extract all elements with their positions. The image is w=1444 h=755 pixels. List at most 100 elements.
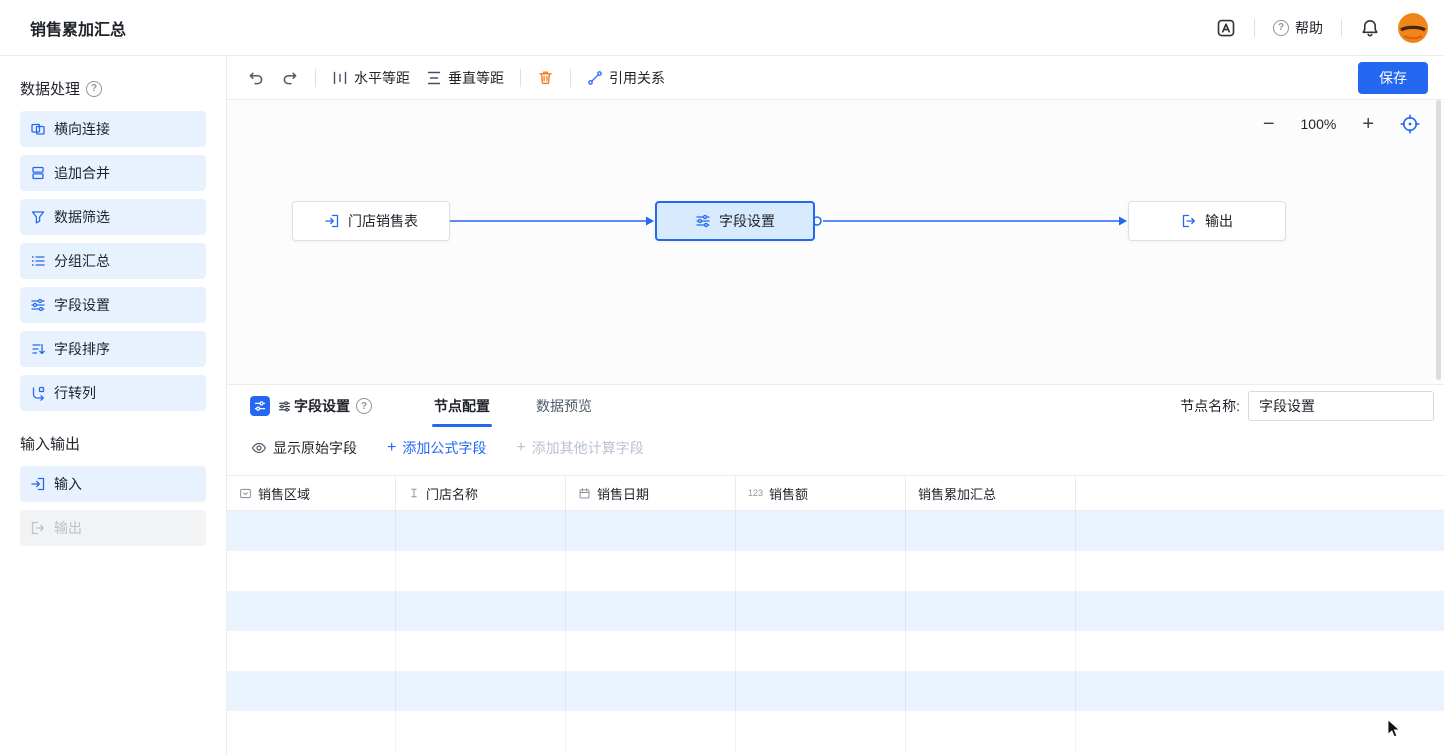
table-cell	[227, 631, 396, 671]
table-cell	[906, 671, 1076, 711]
field-table: 销售区域 门店名称 销售日期 123 销售额 销售累	[227, 475, 1444, 755]
table-body	[227, 511, 1444, 755]
flow-canvas[interactable]: 门店销售表 字段设置 输出 − 100% +	[227, 100, 1444, 384]
output-icon	[1181, 213, 1197, 229]
table-row	[227, 711, 1444, 751]
table-row	[227, 511, 1444, 551]
column-label: 销售区域	[258, 484, 310, 503]
help-icon[interactable]: ?	[86, 81, 102, 97]
node-name-group: 节点名称:	[1180, 391, 1434, 421]
node-output[interactable]: 输出	[1128, 201, 1286, 241]
output-icon	[30, 520, 46, 536]
plus-icon: +	[387, 440, 396, 456]
table-row	[227, 631, 1444, 671]
table-cell	[396, 591, 566, 631]
table-cell	[227, 671, 396, 711]
add-formula-field-label: 添加公式字段	[402, 438, 486, 458]
sidebar-item-label: 字段设置	[54, 295, 110, 315]
delete-icon[interactable]	[537, 69, 554, 86]
add-other-calc-field-label: 添加其他计算字段	[532, 438, 644, 458]
filter-icon	[30, 209, 46, 225]
column-header-sales-region[interactable]: 销售区域	[227, 476, 396, 510]
section-title: 数据处理	[20, 78, 80, 99]
vertical-distribute-button[interactable]: 垂直等距	[426, 68, 504, 88]
zoom-out-button[interactable]: −	[1263, 114, 1275, 134]
help-label: 帮助	[1295, 18, 1323, 38]
table-cell	[1076, 711, 1444, 751]
table-cell	[736, 551, 906, 591]
zoom-in-button[interactable]: +	[1362, 114, 1374, 134]
sidebar-item-field-settings[interactable]: 字段设置	[20, 287, 206, 323]
table-cell	[736, 511, 906, 551]
zoom-controls: − 100% +	[1263, 114, 1420, 134]
column-header-store-name[interactable]: 门店名称	[396, 476, 566, 510]
add-formula-field-button[interactable]: + 添加公式字段	[387, 438, 486, 458]
divider	[1341, 19, 1342, 37]
table-cell	[736, 671, 906, 711]
user-avatar[interactable]	[1398, 13, 1428, 43]
save-button[interactable]: 保存	[1358, 62, 1428, 94]
field-sort-icon	[30, 341, 46, 357]
table-cell	[396, 631, 566, 671]
sidebar: 数据处理 ? 横向连接 追加合并 数据筛选 分组汇总 字段设置 字段排序	[0, 56, 227, 755]
tab-node-config[interactable]: 节点配置	[432, 385, 492, 427]
table-cell	[227, 591, 396, 631]
input-icon	[324, 213, 340, 229]
sidebar-item-data-filter[interactable]: 数据筛选	[20, 199, 206, 235]
table-cell	[227, 711, 396, 751]
table-row	[227, 671, 1444, 711]
table-cell	[906, 511, 1076, 551]
sidebar-item-horizontal-join[interactable]: 横向连接	[20, 111, 206, 147]
node-store-sales-table[interactable]: 门店销售表	[292, 201, 450, 241]
divider	[520, 69, 521, 87]
help-icon[interactable]: ?	[356, 398, 372, 414]
redo-icon[interactable]	[281, 69, 299, 87]
table-cell	[736, 591, 906, 631]
table-cell	[566, 551, 736, 591]
sidebar-item-field-sort[interactable]: 字段排序	[20, 331, 206, 367]
locate-icon[interactable]	[1400, 114, 1420, 134]
join-icon	[30, 121, 46, 137]
undo-icon[interactable]	[247, 69, 265, 87]
table-cell	[566, 511, 736, 551]
table-cell	[396, 711, 566, 751]
section-title: 输入输出	[20, 433, 80, 454]
tab-data-preview[interactable]: 数据预览	[534, 385, 594, 427]
column-header-sales-amount[interactable]: 123 销售额	[736, 476, 906, 510]
field-settings-icon	[30, 297, 46, 313]
panel-header: 字段设置 ? 节点配置 数据预览 节点名称:	[227, 385, 1444, 427]
divider	[570, 69, 571, 87]
table-cell	[566, 711, 736, 751]
node-field-settings[interactable]: 字段设置	[655, 201, 815, 241]
help-button[interactable]: ? 帮助	[1273, 18, 1323, 38]
show-original-fields-button[interactable]: 显示原始字段	[251, 438, 357, 458]
vertical-scrollbar[interactable]	[1436, 100, 1441, 380]
table-cell	[906, 591, 1076, 631]
table-cell	[227, 511, 396, 551]
table-cell	[736, 631, 906, 671]
column-label: 销售累加汇总	[918, 484, 996, 503]
sidebar-item-input[interactable]: 输入	[20, 466, 206, 502]
table-cell	[566, 591, 736, 631]
sidebar-item-label: 字段排序	[54, 339, 110, 359]
sidebar-item-row-to-column[interactable]: 行转列	[20, 375, 206, 411]
flow-edges	[227, 100, 1444, 384]
language-icon[interactable]	[1216, 18, 1236, 38]
sidebar-item-label: 追加合并	[54, 163, 110, 183]
sidebar-item-append-merge[interactable]: 追加合并	[20, 155, 206, 191]
reference-relation-button[interactable]: 引用关系	[587, 68, 665, 88]
notification-bell-icon[interactable]	[1360, 18, 1380, 38]
horizontal-distribute-button[interactable]: 水平等距	[332, 68, 410, 88]
node-name-input[interactable]	[1248, 391, 1434, 421]
column-header-sales-cumulative[interactable]: 销售累加汇总	[906, 476, 1076, 510]
input-icon	[30, 476, 46, 492]
table-row	[227, 551, 1444, 591]
table-cell	[566, 671, 736, 711]
table-cell	[396, 671, 566, 711]
sidebar-item-group-summary[interactable]: 分组汇总	[20, 243, 206, 279]
panel-actions: 显示原始字段 + 添加公式字段 + 添加其他计算字段	[227, 427, 1444, 469]
table-cell	[736, 711, 906, 751]
column-header-sales-date[interactable]: 销售日期	[566, 476, 736, 510]
top-bar: 销售累加汇总 ? 帮助	[0, 0, 1444, 56]
field-settings-node-icon	[250, 396, 270, 416]
